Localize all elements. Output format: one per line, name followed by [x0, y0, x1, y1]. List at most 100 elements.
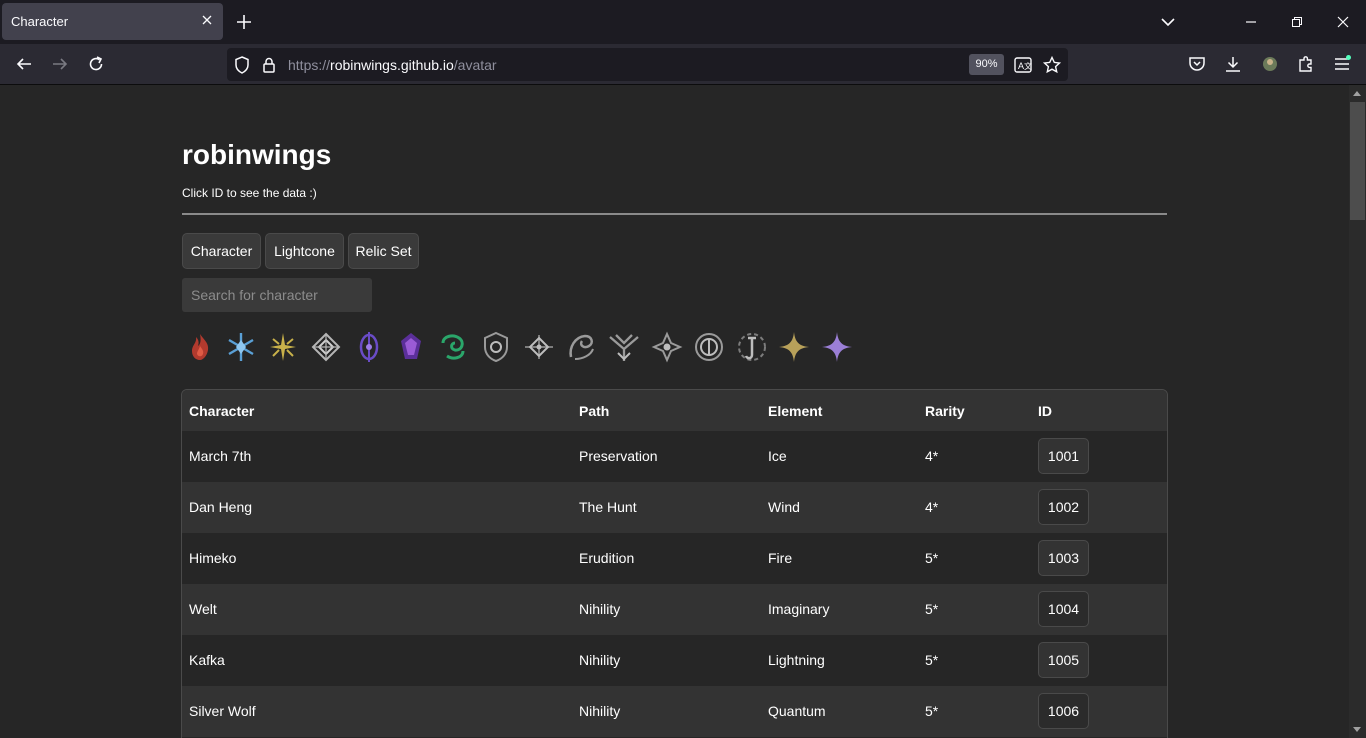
shield-icon[interactable] [232, 55, 252, 75]
search-input[interactable] [182, 278, 372, 312]
bookmark-star-icon[interactable] [1042, 55, 1062, 75]
cell-element: Quantum [768, 703, 826, 719]
new-tab-icon[interactable] [234, 12, 254, 32]
table-row: Silver Wolf Nihility Quantum 5* 1006 [182, 686, 1167, 737]
restore-icon[interactable] [1287, 12, 1307, 32]
cell-element: Lightning [768, 652, 825, 668]
cell-character: Silver Wolf [189, 703, 256, 719]
scroll-down-arrow-icon[interactable] [1353, 727, 1361, 732]
table-row: March 7th Preservation Ice 4* 1001 [182, 431, 1167, 482]
scrollbar-thumb[interactable] [1350, 102, 1365, 220]
erudition-path-icon[interactable] [734, 329, 770, 365]
column-header-path[interactable]: Path [579, 403, 609, 419]
page-content: robinwings Click ID to see the data :) C… [0, 85, 1349, 738]
id-button[interactable]: 1003 [1038, 540, 1089, 576]
cell-path: Nihility [579, 601, 621, 617]
relic-set-nav-button[interactable]: Relic Set [348, 233, 419, 269]
browser-tab-bar: Character [0, 0, 1366, 44]
reload-icon[interactable] [86, 54, 106, 74]
site-subtitle: Click ID to see the data :) [182, 186, 317, 200]
destruction-path-icon[interactable] [606, 329, 642, 365]
id-button[interactable]: 1002 [1038, 489, 1089, 525]
minimize-icon[interactable] [1241, 12, 1261, 32]
cell-character: Welt [189, 601, 217, 617]
cell-element: Imaginary [768, 601, 830, 617]
close-window-icon[interactable] [1333, 12, 1353, 32]
column-header-character[interactable]: Character [189, 403, 254, 419]
lightcone-nav-button[interactable]: Lightcone [265, 233, 344, 269]
zoom-level-badge[interactable]: 90% [969, 54, 1004, 75]
url-text[interactable]: https://robinwings.github.io/avatar [288, 57, 497, 73]
cell-rarity: 4* [925, 448, 939, 464]
wind-element-icon[interactable] [435, 329, 471, 365]
ice-element-icon[interactable] [223, 329, 259, 365]
url-host: robinwings.github.io [330, 57, 454, 73]
character-nav-button[interactable]: Character [182, 233, 261, 269]
table-row: Himeko Erudition Fire 5* 1003 [182, 533, 1167, 584]
cell-rarity: 4* [925, 499, 939, 515]
quantum-element-icon[interactable] [393, 329, 429, 365]
id-button[interactable]: 1006 [1038, 693, 1089, 729]
hunt-path-icon[interactable] [521, 329, 557, 365]
cell-rarity: 5* [925, 703, 939, 719]
cell-character: Kafka [189, 652, 225, 668]
table-row: Kafka Nihility Lightning 5* 1005 [182, 635, 1167, 686]
preservation-path-icon[interactable] [478, 329, 514, 365]
cell-path: The Hunt [579, 499, 637, 515]
cell-rarity: 5* [925, 601, 939, 617]
rarity-5-star-icon[interactable] [819, 329, 855, 365]
pocket-icon[interactable] [1187, 54, 1207, 74]
rarity-4-star-icon[interactable] [776, 329, 812, 365]
cell-element: Fire [768, 550, 793, 566]
tab-title: Character [11, 14, 69, 29]
cell-path: Erudition [579, 550, 635, 566]
scroll-up-arrow-icon[interactable] [1353, 91, 1361, 96]
extension-avatar-icon[interactable] [1260, 54, 1280, 74]
cell-path: Nihility [579, 652, 621, 668]
download-icon[interactable] [1223, 54, 1243, 74]
url-bar[interactable]: https://robinwings.github.io/avatar 90% … [227, 48, 1068, 81]
page-scrollbar[interactable] [1349, 85, 1366, 738]
svg-text:文: 文 [1024, 61, 1032, 71]
id-button[interactable]: 1004 [1038, 591, 1089, 627]
table-row: Welt Nihility Imaginary 5* 1004 [182, 584, 1167, 635]
id-button[interactable]: 1005 [1038, 642, 1089, 678]
character-table: Character Path Element Rarity ID March 7… [181, 389, 1168, 738]
column-header-element[interactable]: Element [768, 403, 822, 419]
column-header-rarity[interactable]: Rarity [925, 403, 965, 419]
nihility-path-icon[interactable] [649, 329, 685, 365]
menu-hamburger-icon[interactable] [1332, 54, 1352, 74]
lock-icon[interactable] [259, 55, 279, 75]
table-row: Dan Heng The Hunt Wind 4* 1002 [182, 482, 1167, 533]
back-arrow-icon[interactable] [14, 54, 34, 74]
cell-element: Wind [768, 499, 800, 515]
fire-element-icon[interactable] [182, 329, 218, 365]
forward-arrow-icon[interactable] [50, 54, 70, 74]
list-tabs-chevron-icon[interactable] [1158, 12, 1178, 32]
translate-icon[interactable]: A文 [1013, 55, 1033, 75]
cell-element: Ice [768, 448, 787, 464]
cell-path: Nihility [579, 703, 621, 719]
id-button[interactable]: 1001 [1038, 438, 1089, 474]
wind-erudition-icon[interactable] [265, 329, 301, 365]
lightning-element-icon[interactable] [351, 329, 387, 365]
table-header-row: Character Path Element Rarity ID [182, 390, 1167, 431]
cell-path: Preservation [579, 448, 658, 464]
cell-character: Dan Heng [189, 499, 253, 515]
browser-tab-active[interactable]: Character [2, 3, 223, 40]
imaginary-element-icon[interactable] [308, 329, 344, 365]
url-scheme: https:// [288, 57, 331, 73]
header-divider [182, 213, 1167, 215]
close-tab-icon[interactable] [199, 12, 215, 28]
url-path: /avatar [453, 57, 497, 73]
cell-rarity: 5* [925, 652, 939, 668]
harmony-path-icon[interactable] [563, 329, 599, 365]
cell-character: March 7th [189, 448, 252, 464]
site-title: robinwings [182, 139, 332, 170]
abundance-path-icon[interactable] [691, 329, 727, 365]
cell-character: Himeko [189, 550, 237, 566]
cell-rarity: 5* [925, 550, 939, 566]
column-header-id[interactable]: ID [1038, 403, 1052, 419]
extensions-puzzle-icon[interactable] [1296, 54, 1316, 74]
browser-toolbar: https://robinwings.github.io/avatar 90% … [0, 44, 1366, 85]
